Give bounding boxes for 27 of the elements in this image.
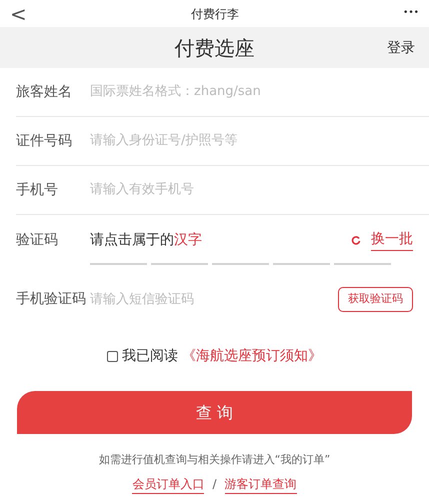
field-label: 手机验证码 [16, 290, 87, 309]
link-separator: / [212, 476, 217, 493]
login-link[interactable]: 登录 [387, 38, 415, 59]
back-button[interactable]: < [10, 4, 27, 24]
checkbox[interactable] [107, 351, 118, 362]
note-text: 如需进行值机查询与相关操作请进入“我的订单” [98, 452, 332, 468]
refresh-icon[interactable] [351, 235, 361, 245]
agreement-text: 我已阅读 [122, 347, 178, 366]
input-field[interactable]: 请输入有效手机号 [90, 180, 413, 200]
input-field[interactable]: 请输入身份证号/护照号等 [90, 131, 413, 151]
captcha-prompt: 请点击属于的 [90, 230, 174, 250]
field-label: 旅客姓名 [16, 82, 73, 102]
get-code-button[interactable]: 获取验证码 [338, 287, 413, 312]
captcha-highlight: 汉字 [174, 230, 202, 250]
header-title: 付费选座 [174, 34, 254, 62]
agreement-link[interactable]: 《海航选座预订须知》 [182, 346, 322, 367]
search-button[interactable]: 查 询 [17, 391, 412, 434]
field-label: 验证码 [16, 230, 59, 250]
more-button[interactable]: ••• [403, 6, 419, 20]
order-link[interactable]: 游客订单查询 [224, 474, 297, 494]
page-title: 付费行李 [190, 6, 239, 22]
field-label: 手机号 [16, 180, 59, 200]
input-field[interactable]: 请输入短信验证码 [90, 290, 338, 310]
order-link[interactable]: 会员订单入口 [132, 474, 204, 494]
input-field[interactable]: 国际票姓名格式：zhang/san [90, 82, 413, 102]
refresh-link[interactable]: 换一批 [371, 229, 413, 251]
field-label: 证件号码 [16, 132, 73, 150]
